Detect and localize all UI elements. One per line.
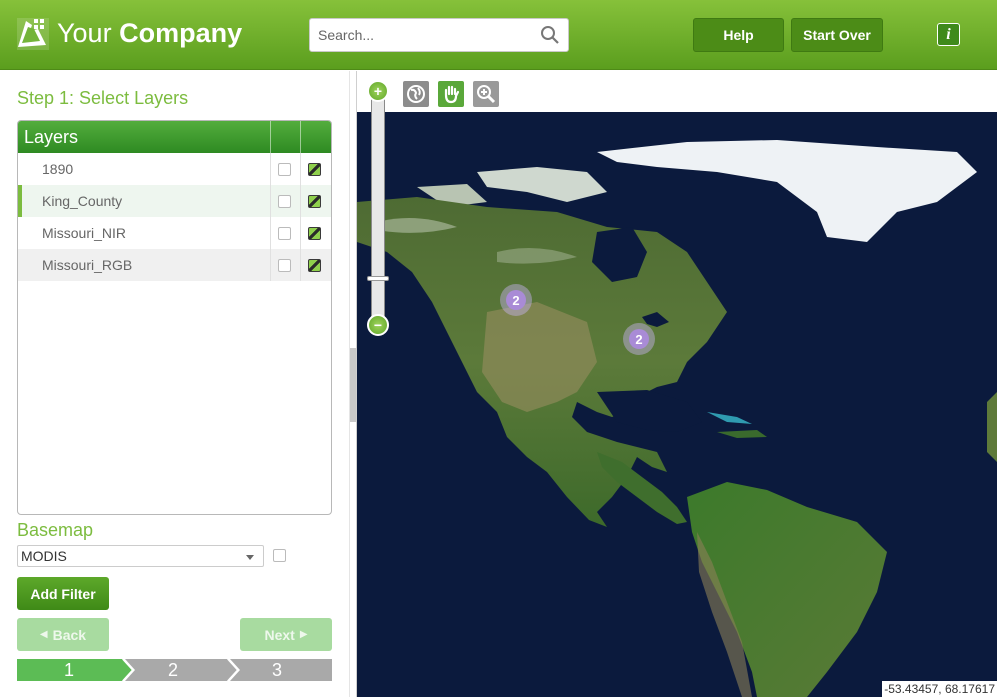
add-filter-button[interactable]: Add Filter — [17, 577, 109, 610]
company-name[interactable]: Your Company — [57, 16, 242, 50]
column-divider — [300, 185, 301, 217]
layer-name: Missouri_RGB — [42, 257, 133, 273]
layer-row-missouri-rgb[interactable]: Missouri_RGB — [18, 249, 331, 281]
layer-visible-checkbox[interactable] — [308, 227, 321, 240]
zoom-in-button[interactable]: + — [367, 80, 389, 102]
layer-name: 1890 — [42, 161, 74, 177]
map-cluster-marker[interactable]: 2 — [500, 284, 532, 316]
logo-icon — [17, 18, 49, 50]
next-label: Next — [264, 626, 295, 643]
column-divider — [300, 217, 301, 249]
coordinate-readout: -53.43457, 68.17617 — [882, 681, 997, 697]
layer-checkbox[interactable] — [278, 163, 291, 176]
layer-visible-checkbox[interactable] — [308, 195, 321, 208]
back-button[interactable]: ◀ Back — [17, 618, 109, 651]
layer-checkbox[interactable] — [278, 227, 291, 240]
map-cluster-marker[interactable]: 2 — [623, 323, 655, 355]
header-divider — [300, 121, 301, 153]
layer-checkbox[interactable] — [278, 195, 291, 208]
pan-hand-icon[interactable] — [438, 81, 464, 107]
zoom-slider[interactable]: + − — [367, 80, 389, 336]
layers-header-label: Layers — [24, 127, 79, 147]
app-header: Your Company Help Start Over i — [0, 0, 997, 70]
chevron-left-icon: ◀ — [39, 629, 48, 640]
zoom-out-button[interactable]: − — [367, 314, 389, 336]
header-divider — [270, 121, 271, 153]
basemap-selected-value: MODIS — [21, 548, 67, 564]
map-toolbar — [357, 71, 997, 112]
left-panel: Step 1: Select Layers Layers 1890 King_C… — [0, 71, 349, 697]
zoom-track[interactable] — [371, 96, 385, 322]
column-divider — [300, 249, 301, 281]
layer-checkbox[interactable] — [278, 259, 291, 272]
step-2[interactable]: 2 — [163, 660, 183, 681]
layer-visible-checkbox[interactable] — [308, 259, 321, 272]
layers-table-header: Layers — [18, 121, 331, 153]
column-divider — [270, 217, 271, 249]
search-input[interactable] — [318, 19, 538, 51]
step-progress: 1 2 3 — [17, 659, 332, 681]
back-label: Back — [52, 626, 87, 643]
cluster-count: 2 — [506, 290, 526, 310]
map-canvas[interactable]: 2 2 -53.43457, 68.17617 — [357, 112, 997, 697]
chevron-down-icon — [246, 555, 254, 560]
info-icon[interactable]: i — [937, 23, 960, 46]
basemap-checkbox[interactable] — [273, 549, 286, 562]
basemap-select[interactable]: MODIS — [17, 545, 264, 567]
cluster-count: 2 — [629, 329, 649, 349]
step-1[interactable]: 1 — [59, 660, 79, 681]
layer-visible-checkbox[interactable] — [308, 163, 321, 176]
layers-table: Layers 1890 King_County Missouri_NIR Mis… — [17, 120, 332, 515]
basemap-title: Basemap — [17, 520, 94, 540]
search-icon[interactable] — [540, 25, 560, 45]
selection-marker — [18, 185, 22, 217]
search-box[interactable] — [309, 18, 569, 52]
layer-name: Missouri_NIR — [42, 225, 127, 241]
column-divider — [300, 153, 301, 185]
layer-name: King_County — [42, 193, 123, 209]
chevron-right-icon: ▶ — [299, 629, 308, 640]
zoom-slider-thumb[interactable] — [367, 276, 389, 281]
layer-row-king-county[interactable]: King_County — [18, 185, 331, 217]
column-divider — [270, 185, 271, 217]
satellite-basemap — [357, 112, 997, 697]
splitter-handle[interactable] — [350, 348, 356, 422]
layer-row-missouri-nir[interactable]: Missouri_NIR — [18, 217, 331, 249]
help-button[interactable]: Help — [693, 18, 784, 52]
zoom-magnifier-icon[interactable] — [473, 81, 499, 107]
column-divider — [270, 249, 271, 281]
globe-icon[interactable] — [403, 81, 429, 107]
column-divider — [270, 153, 271, 185]
next-button[interactable]: Next ▶ — [240, 618, 332, 651]
step-3[interactable]: 3 — [267, 660, 287, 681]
step-title: Step 1: Select Layers — [17, 88, 189, 108]
layer-row-1890[interactable]: 1890 — [18, 153, 331, 185]
panel-splitter[interactable] — [349, 71, 357, 697]
start-over-button[interactable]: Start Over — [791, 18, 883, 52]
